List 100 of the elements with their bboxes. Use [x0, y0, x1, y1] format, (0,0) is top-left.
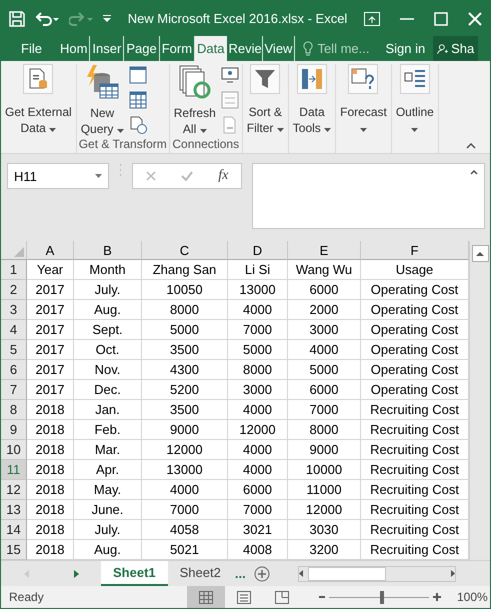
window-icon: [128, 66, 147, 84]
ribbon-tab[interactable]: Data: [195, 36, 226, 61]
sheet-tab[interactable]: Sheet1: [101, 560, 168, 586]
table-cell: 2018: [27, 440, 74, 460]
ribbon-small-button[interactable]: [128, 90, 148, 110]
row-header[interactable]: 14: [1, 520, 27, 540]
table-cell: Wang Wu: [288, 260, 361, 280]
close-button[interactable]: [466, 10, 484, 28]
column-header[interactable]: A: [27, 241, 74, 260]
ribbon-button[interactable]: Refresh All: [172, 64, 218, 137]
customize-toolbar-button[interactable]: [101, 13, 113, 24]
table-cell: 7000: [288, 400, 361, 420]
column-header[interactable]: E: [288, 241, 361, 260]
maximize-button[interactable]: [432, 10, 450, 28]
ribbon-tab[interactable]: File: [1, 36, 58, 61]
status-text: Ready: [8, 590, 45, 604]
zoom-level[interactable]: 100%: [457, 590, 488, 604]
monitor-icon: [220, 67, 239, 83]
check-icon[interactable]: [180, 171, 193, 181]
add-sheet-icon[interactable]: [254, 566, 270, 582]
table-cell: Feb.: [74, 420, 142, 440]
table-cell: 5000: [142, 320, 228, 340]
formula-field[interactable]: [252, 163, 485, 229]
next-sheet-icon[interactable]: [74, 570, 78, 578]
row-header[interactable]: 3: [1, 300, 27, 320]
row-header[interactable]: 13: [1, 500, 27, 520]
tell-me-field[interactable]: Tell me...: [295, 36, 378, 61]
column-header[interactable]: B: [74, 241, 142, 260]
table-cell: 3021: [228, 520, 288, 540]
horizontal-scrollbar[interactable]: [298, 566, 456, 582]
scroll-up-button[interactable]: [472, 245, 488, 262]
sheet-tab[interactable]: Sheet2: [168, 560, 233, 586]
row-header[interactable]: 9: [1, 420, 27, 440]
table-cell: Zhang San: [142, 260, 228, 280]
ribbon-small-button[interactable]: [128, 65, 148, 85]
ribbon-button[interactable]: Forecast: [338, 64, 389, 136]
outline-icon: [404, 69, 426, 89]
table-cell: 2017: [27, 340, 74, 360]
table-cell: Year: [27, 260, 74, 280]
ribbon-button[interactable]: Data Tools: [290, 64, 334, 136]
view-button[interactable]: [187, 586, 225, 608]
sign-in-link[interactable]: Sign in: [377, 36, 434, 61]
collapse-icon[interactable]: [470, 170, 478, 175]
table-cell: Apr.: [74, 460, 142, 480]
table-cell: 6000: [288, 380, 361, 400]
table-cell: 2017: [27, 360, 74, 380]
table-cell: Oct.: [74, 340, 142, 360]
table-cell: 2018: [27, 420, 74, 440]
table-cell: 10000: [288, 460, 361, 480]
table-cell: 3500: [142, 400, 228, 420]
table-cell: 2017: [27, 280, 74, 300]
row-header[interactable]: 2: [1, 280, 27, 300]
row-header[interactable]: 11: [1, 460, 27, 480]
ribbon-small-button[interactable]: [220, 65, 240, 85]
minimize-button[interactable]: [398, 16, 416, 22]
undo-icon: [35, 10, 59, 26]
table-cell: Li Si: [228, 260, 288, 280]
caret-icon: [200, 129, 207, 133]
table-cell: July.: [74, 520, 142, 540]
document-clock-icon: [128, 116, 147, 134]
group-label: Get & Transform: [78, 137, 167, 153]
column-header[interactable]: F: [361, 241, 469, 260]
table-cell: 4000: [228, 400, 288, 420]
ribbon-button[interactable]: Sort & Filter: [244, 64, 286, 136]
column-header[interactable]: C: [142, 241, 228, 260]
row-header[interactable]: 12: [1, 480, 27, 500]
row-header[interactable]: 1: [1, 260, 27, 280]
table-cell: 8000: [228, 360, 288, 380]
ribbon-button[interactable]: Outline: [394, 64, 436, 136]
table-cell: 5000: [288, 360, 361, 380]
more-sheets-link[interactable]: ...: [232, 566, 254, 581]
row-header[interactable]: 5: [1, 340, 27, 360]
caret-icon: [103, 15, 111, 22]
table-cell: 12000: [142, 440, 228, 460]
table-cell: 2017: [27, 300, 74, 320]
table-cell: 2017: [27, 380, 74, 400]
table-cell: 6000: [228, 480, 288, 500]
share-button[interactable]: Sha: [433, 36, 478, 61]
save-button[interactable]: [7, 8, 27, 28]
collapse-ribbon-icon[interactable]: [466, 143, 476, 149]
name-box[interactable]: H11: [7, 163, 109, 189]
row-header[interactable]: 8: [1, 400, 27, 420]
ribbon-button[interactable]: Get External Data: [3, 64, 74, 136]
ribbon-button[interactable]: New Query: [78, 64, 126, 137]
caret-icon: [116, 129, 124, 133]
insert-function-button[interactable]: fx: [218, 168, 228, 184]
row-header[interactable]: 4: [1, 320, 27, 340]
column-header[interactable]: D: [228, 241, 288, 260]
ribbon-small-button[interactable]: [128, 115, 148, 135]
table-cell: 8000: [142, 300, 228, 320]
ribbon-options-button[interactable]: [362, 10, 382, 28]
row-header[interactable]: 7: [1, 380, 27, 400]
row-header[interactable]: 6: [1, 360, 27, 380]
row-header[interactable]: 10: [1, 440, 27, 460]
grip-icon: [119, 163, 122, 177]
zoom-in-icon[interactable]: [433, 593, 441, 601]
page-break-icon: [275, 590, 289, 604]
table-cell: 3000: [228, 380, 288, 400]
table-cell: 3030: [288, 520, 361, 540]
row-header[interactable]: 15: [1, 540, 27, 560]
